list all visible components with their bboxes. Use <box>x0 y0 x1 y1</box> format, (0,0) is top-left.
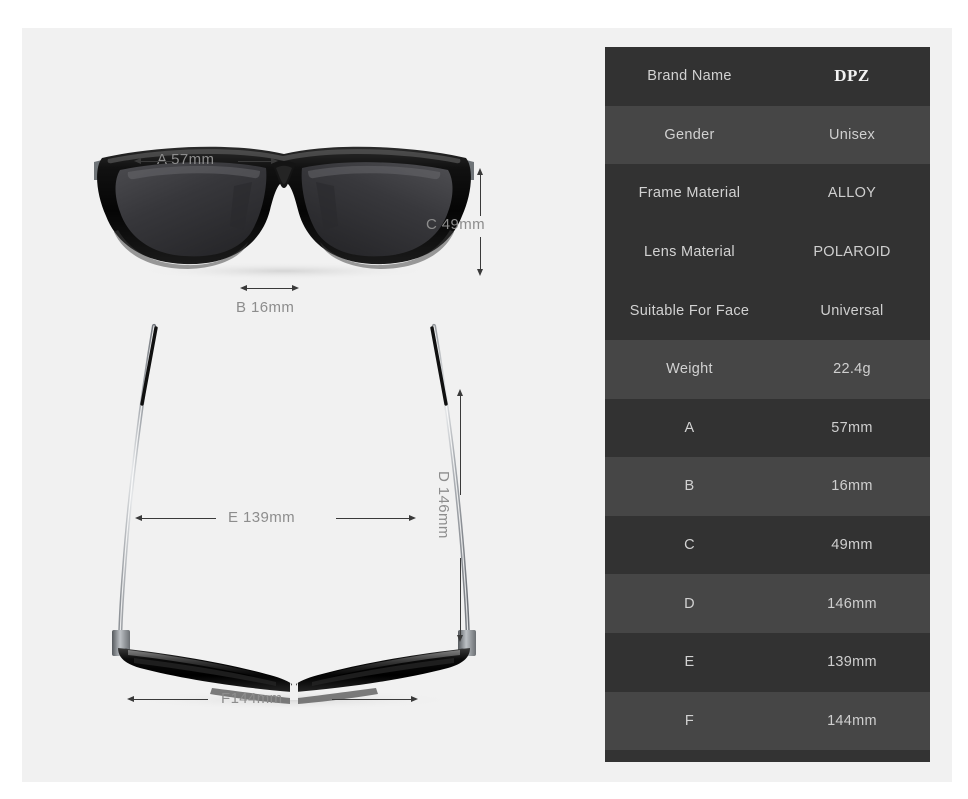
spec-value: POLAROID <box>813 244 891 261</box>
table-row: C 49mm <box>605 515 930 575</box>
spec-value: 144mm <box>827 712 877 729</box>
spec-label: E <box>684 654 695 671</box>
spec-value: 49mm <box>831 537 873 554</box>
table-row: B 16mm <box>605 457 930 516</box>
dimension-c-line-bottom <box>480 237 481 272</box>
table-row: A 57mm <box>605 398 930 458</box>
spec-label: Lens Material <box>644 244 735 261</box>
dimension-d-arrowhead-top <box>457 389 463 396</box>
spec-value: ALLOY <box>827 185 877 202</box>
dimension-label-a: A 57mm <box>157 151 215 168</box>
spec-label: Suitable For Face <box>629 302 750 319</box>
spec-value: DPZ <box>834 66 870 86</box>
spec-value: 16mm <box>831 478 873 495</box>
dimension-d-line-top <box>460 395 461 495</box>
dimension-a-line-left <box>137 161 173 162</box>
dimension-label-f: F144mm <box>221 690 283 707</box>
table-row: Suitable For Face Universal <box>605 281 930 340</box>
spec-label: B <box>684 478 695 495</box>
dimension-b-arrowhead-left <box>240 285 247 291</box>
spec-label: F <box>684 712 695 729</box>
dimension-label-e: E 139mm <box>228 509 295 526</box>
spec-value: 22.4g <box>833 361 871 378</box>
dimension-e-line-left <box>138 518 216 519</box>
diagram-area: A 57mm C 49mm B 16mm D 146mm E 139mm F14… <box>22 28 605 782</box>
dimension-label-c: C 49mm <box>426 216 486 233</box>
dimension-a-line-right <box>238 161 274 162</box>
dimension-a-arrowhead-left <box>134 158 141 164</box>
table-row: Brand Name DPZ <box>605 47 930 106</box>
spec-label: Weight <box>666 361 713 378</box>
spec-label: Frame Material <box>638 185 741 202</box>
dimension-f-arrowhead-right <box>411 696 418 702</box>
dimension-e-line-right <box>336 518 412 519</box>
sunglasses-front-view <box>94 146 474 280</box>
dimension-b-line <box>244 288 294 289</box>
specification-table: Brand Name DPZ Gender Unisex Frame Mater… <box>605 47 930 762</box>
spec-label: A <box>684 419 695 436</box>
table-row: Lens Material POLAROID <box>605 222 930 282</box>
dimension-f-line-left <box>130 699 208 700</box>
spec-value: Unisex <box>828 126 876 143</box>
spec-label: Brand Name <box>647 68 732 85</box>
dimension-c-line-top <box>480 174 481 216</box>
dimension-e-arrowhead-right <box>409 515 416 521</box>
dimension-b-arrowhead-right <box>292 285 299 291</box>
product-spec-page: A 57mm C 49mm B 16mm D 146mm E 139mm F14… <box>0 0 968 799</box>
dimension-label-d: D 146mm <box>435 471 452 539</box>
spec-value: Universal <box>820 302 884 319</box>
dimension-d-line-bottom <box>460 558 461 638</box>
spec-value: 146mm <box>827 595 877 612</box>
spec-label: D <box>684 595 695 612</box>
spec-value: 139mm <box>827 654 877 671</box>
dimension-f-line-right <box>332 699 414 700</box>
table-row: Weight 22.4g <box>605 339 930 399</box>
dimension-c-arrowhead-bottom <box>477 269 483 276</box>
dimension-d-arrowhead-bottom <box>457 635 463 642</box>
spec-value: 57mm <box>831 419 873 436</box>
dimension-a-arrowhead-right <box>271 158 278 164</box>
spec-label: C <box>684 537 695 554</box>
sunglasses-top-view <box>112 323 476 708</box>
table-row: Gender Unisex <box>605 105 930 165</box>
table-row: Frame Material ALLOY <box>605 164 930 223</box>
spec-label: Gender <box>664 126 715 143</box>
table-row: E 139mm <box>605 632 930 692</box>
content-panel: A 57mm C 49mm B 16mm D 146mm E 139mm F14… <box>22 28 952 782</box>
table-row: F 144mm <box>605 691 930 751</box>
dimension-c-arrowhead-top <box>477 168 483 175</box>
table-row: D 146mm <box>605 574 930 633</box>
